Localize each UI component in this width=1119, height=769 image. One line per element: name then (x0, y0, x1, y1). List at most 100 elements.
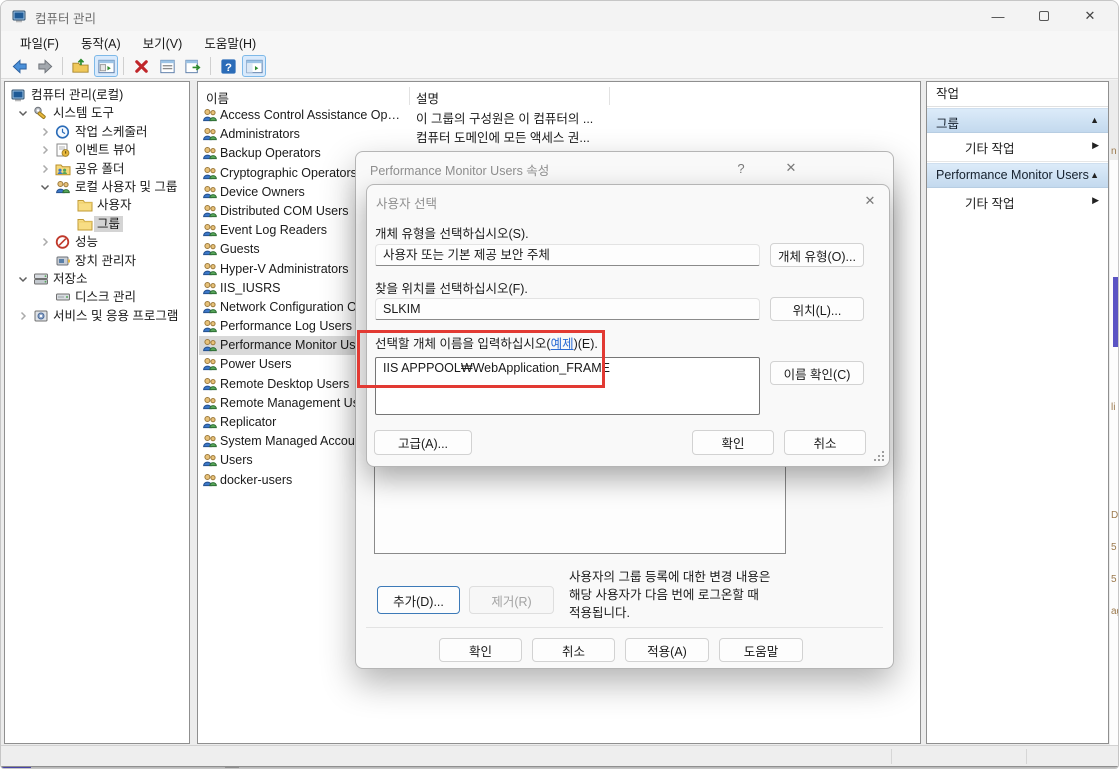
dialog-close-button[interactable]: ✕ (780, 158, 802, 178)
group-icon (202, 433, 218, 449)
app-icon (12, 8, 28, 24)
export-icon[interactable] (181, 55, 205, 77)
tree-item[interactable]: 저장소 (5, 270, 189, 288)
background-text-fragment: n (1111, 146, 1117, 157)
dialog-close-button[interactable]: ✕ (859, 191, 881, 211)
object-type-field[interactable]: 사용자 또는 기본 제공 보안 주체 (375, 244, 760, 266)
group-icon (202, 203, 218, 219)
tree-item[interactable]: 로컬 사용자 및 그룹 (5, 178, 189, 196)
group-row[interactable]: Administrators컴퓨터 도메인에 모든 액세스 권... (198, 125, 919, 144)
chevron-right-icon[interactable] (37, 124, 53, 140)
chevron-right-icon[interactable] (37, 234, 53, 250)
cancel-button[interactable]: 취소 (784, 430, 866, 455)
window-title: 컴퓨터 관리 (35, 8, 96, 27)
locations-button[interactable]: 위치(L)... (770, 297, 864, 321)
menu-item[interactable]: 파일(F) (9, 30, 70, 55)
maximize-button[interactable] (1022, 1, 1066, 31)
tree-item-label: 공유 폴더 (72, 161, 127, 177)
folder-icon (77, 197, 93, 213)
actions-item-more-actions-pmu[interactable]: 기타 작업 ▶ (927, 189, 1108, 214)
add-button[interactable]: 추가(D)... (377, 586, 460, 614)
group-icon (202, 280, 218, 296)
background-text-fragment: ag (1111, 606, 1119, 617)
disk-icon (55, 289, 71, 305)
tree-item[interactable]: 서비스 및 응용 프로그램 (5, 307, 189, 325)
chevron-down-icon[interactable] (37, 179, 53, 195)
actions-item-more-actions-groups[interactable]: 기타 작업 ▶ (927, 134, 1108, 159)
title-bar: 컴퓨터 관리 — ✕ (1, 1, 1118, 31)
group-icon (202, 376, 218, 392)
object-types-button[interactable]: 개체 유형(O)... (770, 243, 864, 267)
group-icon (202, 126, 218, 142)
tools-icon (33, 105, 49, 121)
tree-item[interactable]: 성능 (5, 233, 189, 251)
properties-icon[interactable] (155, 55, 179, 77)
menu-item[interactable]: 보기(V) (132, 30, 194, 55)
ok-button[interactable]: 확인 (692, 430, 774, 455)
toolbar-separator (62, 57, 63, 75)
back-icon[interactable] (7, 55, 31, 77)
chevron-right-icon[interactable] (37, 161, 53, 177)
collapse-icon[interactable]: ▲ (1090, 170, 1099, 180)
actions-section-groups[interactable]: 그룹 ▲ (927, 108, 1108, 133)
chevron-down-icon[interactable] (15, 105, 31, 121)
cancel-button[interactable]: 취소 (532, 638, 615, 662)
tree-item[interactable]: 작업 스케줄러 (5, 123, 189, 141)
group-icon (202, 318, 218, 334)
location-field[interactable]: SLKIM (375, 298, 760, 320)
minimize-icon: — (992, 9, 1005, 24)
chevron-right-icon[interactable] (15, 308, 31, 324)
group-name: Administrators (220, 127, 402, 141)
help-icon[interactable]: ? (216, 55, 240, 77)
tree-item-label: 이벤트 뷰어 (72, 142, 139, 158)
tree-item[interactable]: 디스크 관리 (5, 288, 189, 306)
ok-button[interactable]: 확인 (439, 638, 522, 662)
tree-item[interactable]: 공유 폴더 (5, 160, 189, 178)
menu-item[interactable]: 도움말(H) (193, 30, 267, 55)
column-separator[interactable] (609, 87, 610, 105)
toolbar: ? (1, 54, 1118, 79)
group-icon (202, 165, 218, 181)
resize-grip[interactable] (874, 451, 884, 461)
minimize-button[interactable]: — (976, 1, 1020, 31)
group-icon (202, 261, 218, 277)
menu-item[interactable]: 동작(A) (70, 30, 132, 55)
background-window-sliver: nliD.55ag (1110, 160, 1119, 769)
column-header-description[interactable]: 설명 (416, 88, 439, 107)
remove-button[interactable]: 제거(R) (469, 586, 554, 614)
tree-item[interactable]: 시스템 도구 (5, 104, 189, 122)
actions-section-performance-monitor-users[interactable]: Performance Monitor Users ▲ (927, 163, 1108, 188)
computer-management-window: 컴퓨터 관리 — ✕ 파일(F)동작(A)보기(V)도움말(H) ? 컴퓨터 관… (0, 0, 1119, 769)
column-separator[interactable] (409, 87, 410, 105)
tree-item-label: 그룹 (94, 216, 123, 232)
tree-item[interactable]: 이벤트 뷰어 (5, 141, 189, 159)
toolbar-separator (123, 57, 124, 75)
console-window-icon[interactable] (94, 55, 118, 77)
tree-item-label: 장치 관리자 (72, 253, 139, 269)
dialog-help-button[interactable]: ? (730, 158, 752, 178)
tree-item-label: 로컬 사용자 및 그룹 (72, 179, 180, 195)
close-button[interactable]: ✕ (1068, 1, 1112, 31)
close-icon: ✕ (1085, 8, 1096, 24)
chevron-right-icon[interactable] (37, 142, 53, 158)
clock-icon (55, 124, 71, 140)
show-tree-icon[interactable] (242, 55, 266, 77)
tree-item[interactable]: 컴퓨터 관리(로컬) (5, 86, 189, 104)
column-header-name[interactable]: 이름 (206, 88, 229, 107)
tree-item[interactable]: 그룹 (5, 215, 189, 233)
tree-item[interactable]: 사용자 (5, 196, 189, 214)
folder-up-icon[interactable] (68, 55, 92, 77)
collapse-icon[interactable]: ▲ (1090, 115, 1099, 125)
forward-icon[interactable] (33, 55, 57, 77)
apply-button[interactable]: 적용(A) (625, 638, 709, 662)
help-button[interactable]: 도움말 (719, 638, 803, 662)
delete-icon[interactable] (129, 55, 153, 77)
group-row[interactable]: Access Control Assistance Operat...이 그룹의… (198, 106, 919, 125)
chevron-down-icon[interactable] (15, 271, 31, 287)
tree-item[interactable]: 장치 관리자 (5, 252, 189, 270)
expand-right-icon: ▶ (1092, 140, 1099, 151)
check-names-button[interactable]: 이름 확인(C) (770, 361, 864, 385)
group-icon (202, 299, 218, 315)
background-text-fragment: D. (1111, 510, 1119, 521)
advanced-button[interactable]: 고급(A)... (374, 430, 472, 455)
